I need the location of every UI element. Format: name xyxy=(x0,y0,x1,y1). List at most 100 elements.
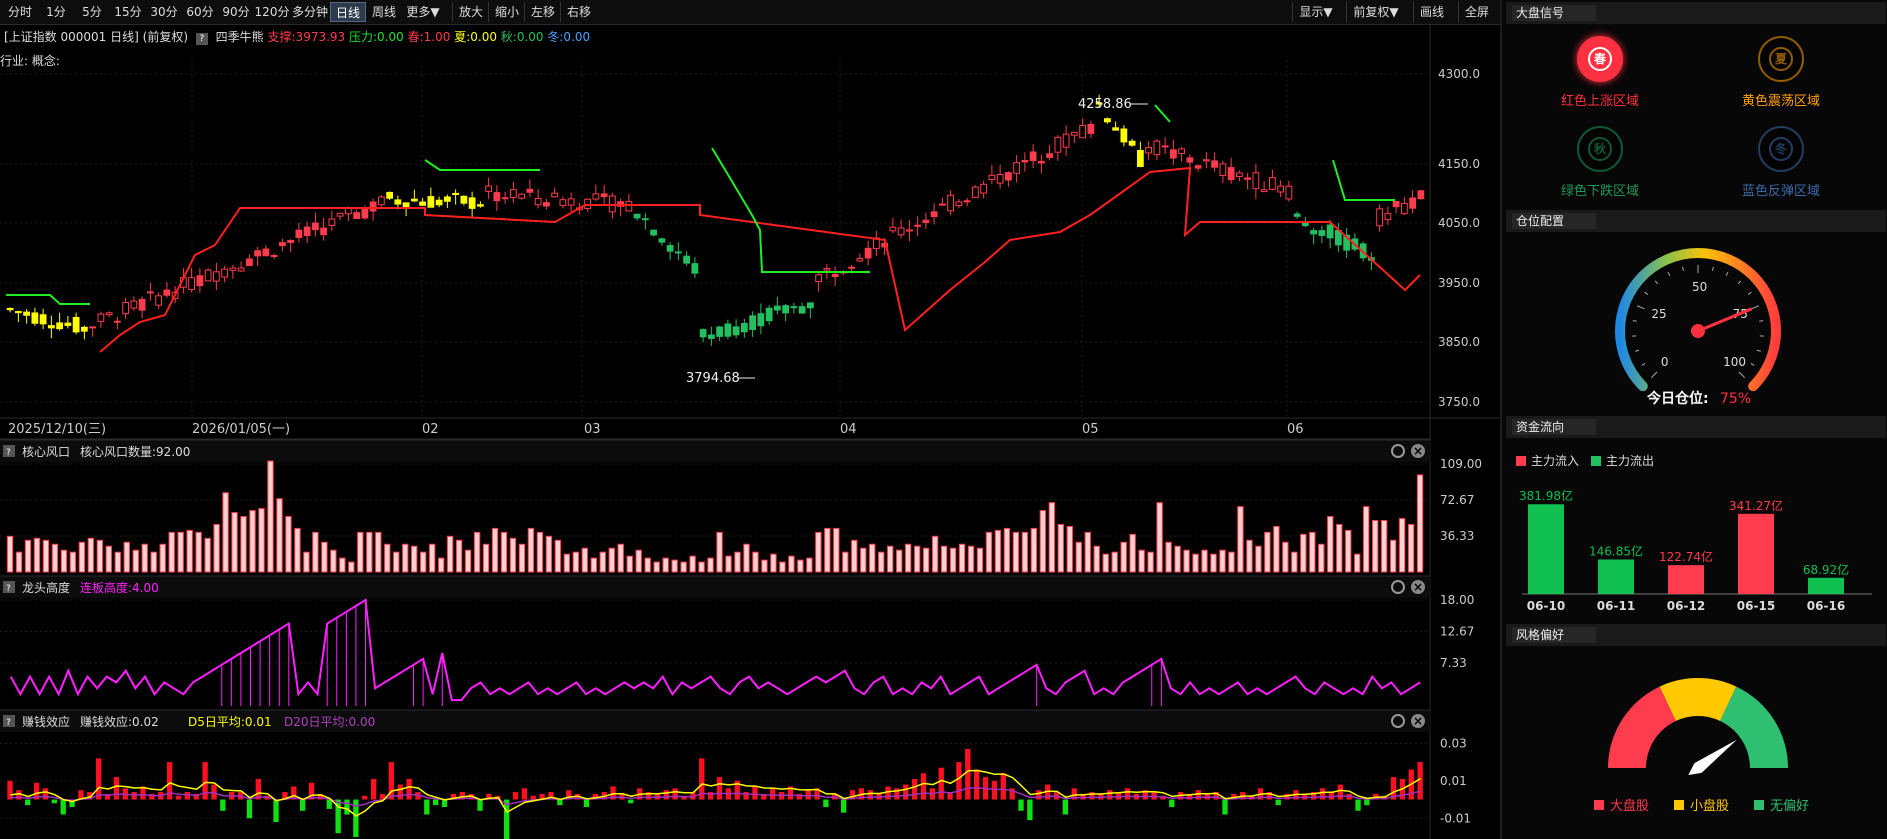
signal-1[interactable]: 夏黄色震荡区域 xyxy=(1726,36,1836,109)
core-bar xyxy=(366,531,373,573)
money-bar xyxy=(503,799,510,839)
candle xyxy=(922,212,930,229)
candle xyxy=(526,179,534,198)
core-bar xyxy=(1291,551,1298,573)
gauge-tick xyxy=(1667,271,1671,276)
candle-body xyxy=(1021,159,1029,163)
candle xyxy=(872,230,880,257)
candle-body xyxy=(1062,133,1070,148)
date-label: 06 xyxy=(1287,422,1304,437)
candle-body xyxy=(468,197,476,209)
core-bar xyxy=(563,553,571,573)
core-bar xyxy=(1336,523,1343,573)
core-bar xyxy=(869,543,876,573)
candle xyxy=(468,191,476,219)
core-bar xyxy=(922,547,930,573)
section-title: 大盘信号 xyxy=(1512,5,1596,21)
candle-body xyxy=(254,250,262,257)
help-icon[interactable]: ? xyxy=(195,33,208,45)
candle xyxy=(889,217,897,234)
candle xyxy=(1202,151,1210,169)
signal-icon: 夏 xyxy=(1758,36,1804,82)
candle-body xyxy=(278,242,286,247)
candle-body xyxy=(526,188,534,193)
pane-title: 龙头高度 xyxy=(22,580,70,595)
candle xyxy=(1409,190,1417,214)
candle-body xyxy=(1194,165,1202,169)
gauge-tick xyxy=(1641,362,1646,366)
candle xyxy=(938,197,946,206)
core-bar xyxy=(285,516,292,573)
core-bar xyxy=(482,543,490,573)
core-bar xyxy=(1389,539,1397,573)
candle-body xyxy=(1103,118,1111,123)
core-bar xyxy=(105,545,113,573)
core-bar xyxy=(518,543,526,573)
candle-body xyxy=(897,227,905,236)
signal-3[interactable]: 冬蓝色反弹区域 xyxy=(1726,126,1836,199)
core-bar xyxy=(1174,545,1181,573)
candle xyxy=(1046,145,1054,161)
candle xyxy=(303,221,311,244)
candle-body xyxy=(749,315,757,330)
summer-value: 夏:0.00 xyxy=(454,30,497,44)
candle-body xyxy=(1054,136,1062,153)
candle-body xyxy=(592,193,600,200)
candle xyxy=(683,251,691,266)
candle xyxy=(155,292,163,309)
pane-tick-label: 7.33 xyxy=(1440,656,1467,670)
candle-body xyxy=(1161,145,1169,148)
money-bar xyxy=(521,788,528,800)
core-bar xyxy=(1327,516,1334,573)
core-bar xyxy=(878,551,885,573)
candle-body xyxy=(691,263,699,274)
candle xyxy=(262,245,270,257)
pane-dragon: ? 龙头高度 连板高度:4.00 × 18.00 12.67 7.33 xyxy=(0,575,1474,706)
candle-body xyxy=(23,311,31,316)
money-bar xyxy=(805,790,811,800)
candle xyxy=(427,187,435,208)
signal-0[interactable]: 春红色上涨区域 xyxy=(1545,36,1655,109)
pane-money: ? 赚钱效应 赚钱效应:0.02 D5日平均:0.01 D20日平均:0.00 × 0.03… xyxy=(0,709,1471,839)
section-header: 资金流向 xyxy=(1506,416,1886,438)
candle xyxy=(56,312,64,331)
candle xyxy=(1153,139,1161,161)
core-bar xyxy=(833,527,840,573)
candle-body xyxy=(1202,159,1210,162)
candle-body xyxy=(328,218,336,226)
candle-body xyxy=(97,313,105,322)
candle-body xyxy=(72,316,80,333)
money-bar xyxy=(96,758,102,800)
core-bar xyxy=(1138,549,1145,573)
money-bar xyxy=(397,784,403,800)
core-bar xyxy=(500,531,508,573)
candle-body xyxy=(1070,132,1078,136)
signal-2[interactable]: 秋绿色下跌区域 xyxy=(1545,126,1655,199)
core-bar xyxy=(985,531,993,573)
gauge-tick-label: 50 xyxy=(1692,280,1707,294)
core-bar xyxy=(770,553,777,573)
candle xyxy=(1070,131,1078,144)
core-bar xyxy=(904,543,912,573)
candle-body xyxy=(806,302,814,309)
candle-body xyxy=(64,322,72,326)
gauge-tick xyxy=(1750,362,1755,366)
pane-tick-label: 18.00 xyxy=(1440,593,1474,607)
core-bar xyxy=(1300,533,1307,573)
core-bar xyxy=(653,561,660,573)
candle-body xyxy=(270,255,278,258)
core-bar xyxy=(446,535,454,573)
candle-body xyxy=(460,195,468,204)
candle-body xyxy=(848,266,856,269)
candle xyxy=(1062,125,1070,156)
indicator-name: 四季牛熊 xyxy=(215,30,264,44)
support-value: 支撑:3973.93 xyxy=(267,30,346,44)
candle-body xyxy=(14,311,22,314)
core-bar xyxy=(1219,549,1226,573)
core-bar xyxy=(24,539,32,573)
date-label: 05 xyxy=(1082,422,1099,437)
spring-value: 春:1.00 xyxy=(407,30,451,44)
candle-body xyxy=(1409,197,1417,209)
candle-body xyxy=(947,194,955,212)
candle-body xyxy=(790,306,798,309)
